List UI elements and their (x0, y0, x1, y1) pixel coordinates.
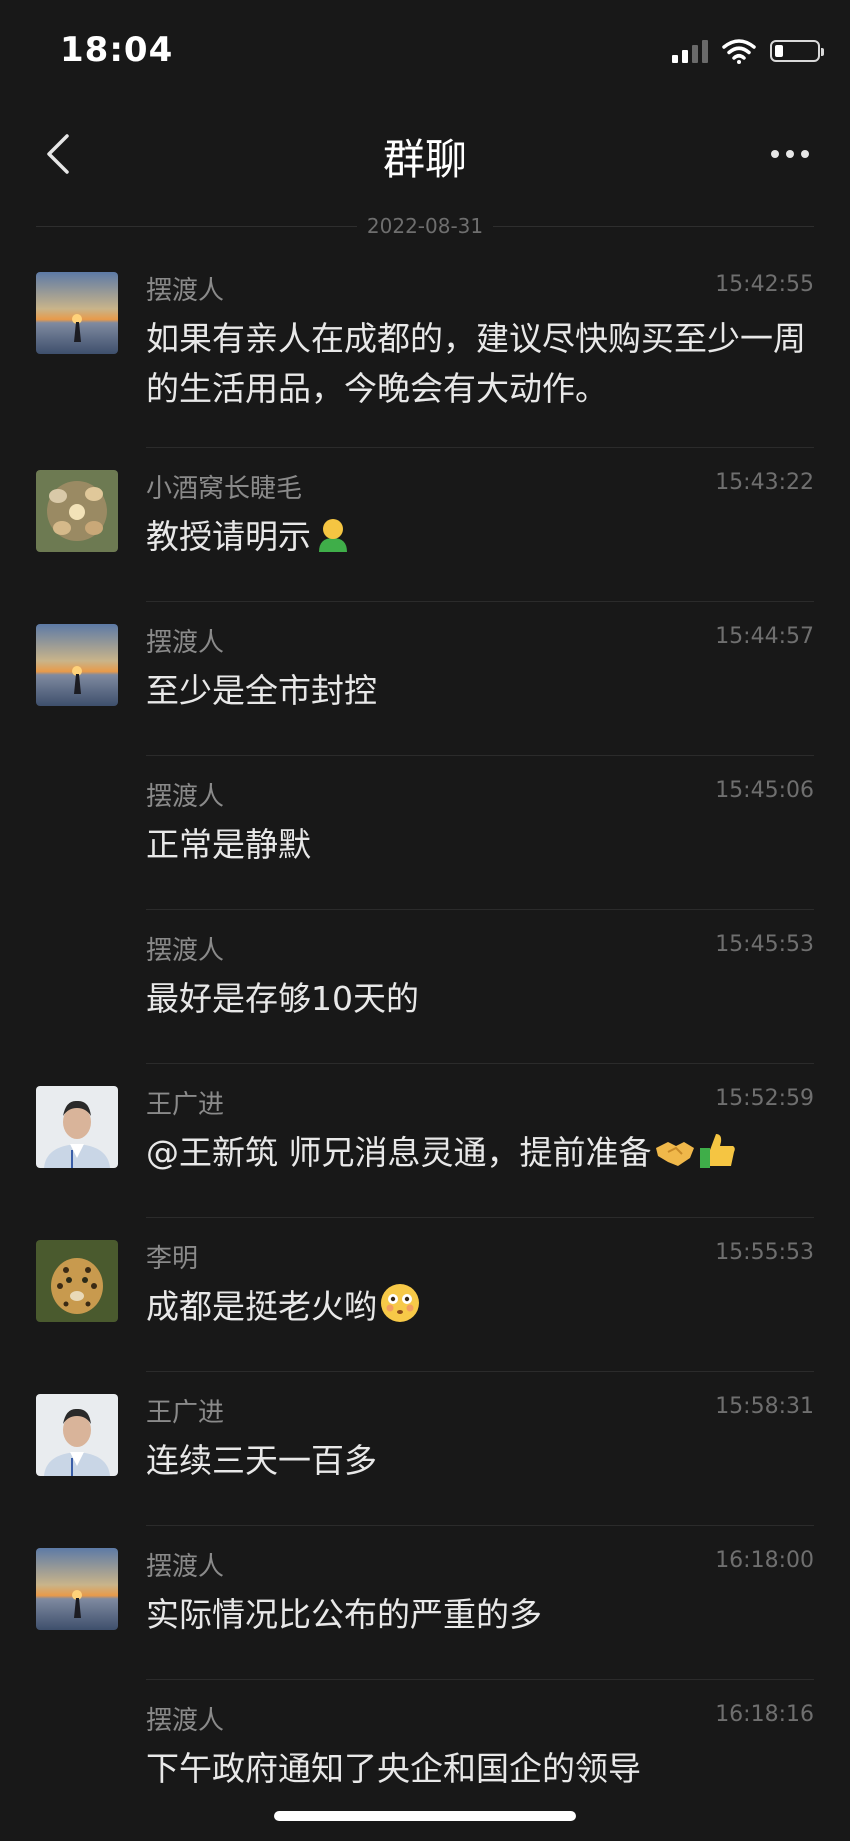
message-time: 15:58:31 (715, 1394, 814, 1419)
dot (771, 150, 779, 158)
message-list[interactable]: 摆渡人 15:42:55 如果有亲人在成都的，建议尽快购买至少一周的生活用品，今… (0, 250, 850, 1834)
message-text: 教授请明示 (146, 512, 814, 562)
message-time: 15:45:53 (715, 932, 814, 957)
status-icons (672, 38, 824, 64)
message-item[interactable]: 摆渡人 15:45:06 正常是静默 (146, 756, 814, 910)
sender-name: 摆渡人 (146, 276, 225, 306)
message-text: 连续三天一百多 (146, 1441, 377, 1480)
leopard-avatar[interactable] (36, 1240, 118, 1322)
sender-name: 王广进 (146, 1398, 225, 1428)
divider-line (36, 225, 357, 227)
message-item[interactable]: 王广进 15:58:31 连续三天一百多 (36, 1372, 814, 1526)
message-text-content: 成都是挺老火哟 (146, 1287, 377, 1326)
toast-avatar[interactable] (36, 470, 118, 552)
message-item[interactable]: 摆渡人 15:45:53 最好是存够10天的 (146, 910, 814, 1064)
battery-level (775, 45, 783, 57)
message-text-content: @王新筑 师兄消息灵通，提前准备 (146, 1133, 652, 1172)
status-bar: 18:04 (0, 0, 850, 104)
chat-title: 群聊 (382, 135, 467, 184)
message-time: 15:42:55 (715, 272, 814, 297)
message-time: 15:45:06 (715, 778, 814, 803)
dot (786, 150, 794, 158)
message-text: 至少是全市封控 (146, 671, 377, 710)
message-text: @王新筑 师兄消息灵通，提前准备 (146, 1128, 814, 1178)
message-time: 15:44:57 (715, 624, 814, 649)
dot (801, 150, 809, 158)
flushed-face-emoji (381, 1284, 419, 1322)
message-item[interactable]: 小酒窝长睫毛 15:43:22 教授请明示 (36, 448, 814, 602)
home-indicator[interactable] (274, 1811, 576, 1821)
message-item[interactable]: 摆渡人 16:18:00 实际情况比公布的严重的多 (36, 1526, 814, 1680)
sunset-avatar[interactable] (36, 624, 118, 706)
message-text: 下午政府通知了央企和国企的领导 (146, 1749, 641, 1788)
sender-name: 摆渡人 (146, 936, 225, 966)
handshake-emoji (655, 1142, 694, 1166)
sender-name: 王广进 (146, 1090, 225, 1120)
message-text: 正常是静默 (146, 825, 311, 864)
thumbs-up-emoji (699, 1134, 735, 1168)
divider-line (493, 225, 815, 227)
sender-name: 摆渡人 (146, 628, 225, 658)
sender-name: 摆渡人 (146, 782, 225, 812)
more-options-button[interactable] (760, 126, 820, 182)
sender-name: 摆渡人 (146, 1552, 225, 1582)
man-portrait-avatar[interactable] (36, 1394, 118, 1476)
sender-name: 李明 (146, 1244, 199, 1274)
message-text: 最好是存够10天的 (146, 979, 419, 1018)
person-green-emoji (319, 519, 347, 552)
message-time: 15:43:22 (715, 470, 814, 495)
battery-icon (770, 40, 824, 62)
message-item[interactable]: 李明 15:55:53 成都是挺老火哟 (36, 1218, 814, 1372)
wifi-icon (722, 39, 756, 64)
message-text: 成都是挺老火哟 (146, 1282, 814, 1332)
sunset-avatar[interactable] (36, 272, 118, 354)
cellular-signal-icon (672, 39, 708, 63)
sunset-avatar[interactable] (36, 1548, 118, 1630)
message-item[interactable]: 摆渡人 15:42:55 如果有亲人在成都的，建议尽快购买至少一周的生活用品，今… (36, 250, 814, 448)
date-label: 2022-08-31 (366, 214, 484, 238)
message-time: 16:18:16 (715, 1702, 814, 1727)
status-time: 18:04 (60, 30, 174, 70)
message-text: 实际情况比公布的严重的多 (146, 1595, 542, 1634)
sender-name: 小酒窝长睫毛 (146, 474, 303, 504)
message-time: 15:55:53 (715, 1240, 814, 1265)
message-time: 16:18:00 (715, 1548, 814, 1573)
man-portrait-avatar[interactable] (36, 1086, 118, 1168)
message-text-content: 教授请明示 (146, 517, 311, 556)
date-divider: 2022-08-31 (36, 206, 815, 246)
sender-name: 摆渡人 (146, 1706, 225, 1736)
message-item[interactable]: 摆渡人 15:44:57 至少是全市封控 (36, 602, 814, 756)
message-item[interactable]: 王广进 15:52:59 @王新筑 师兄消息灵通，提前准备 (36, 1064, 814, 1218)
message-time: 15:52:59 (715, 1086, 814, 1111)
message-text: 如果有亲人在成都的，建议尽快购买至少一周的生活用品，今晚会有大动作。 (146, 319, 806, 408)
nav-bar: 群聊 (0, 104, 850, 204)
